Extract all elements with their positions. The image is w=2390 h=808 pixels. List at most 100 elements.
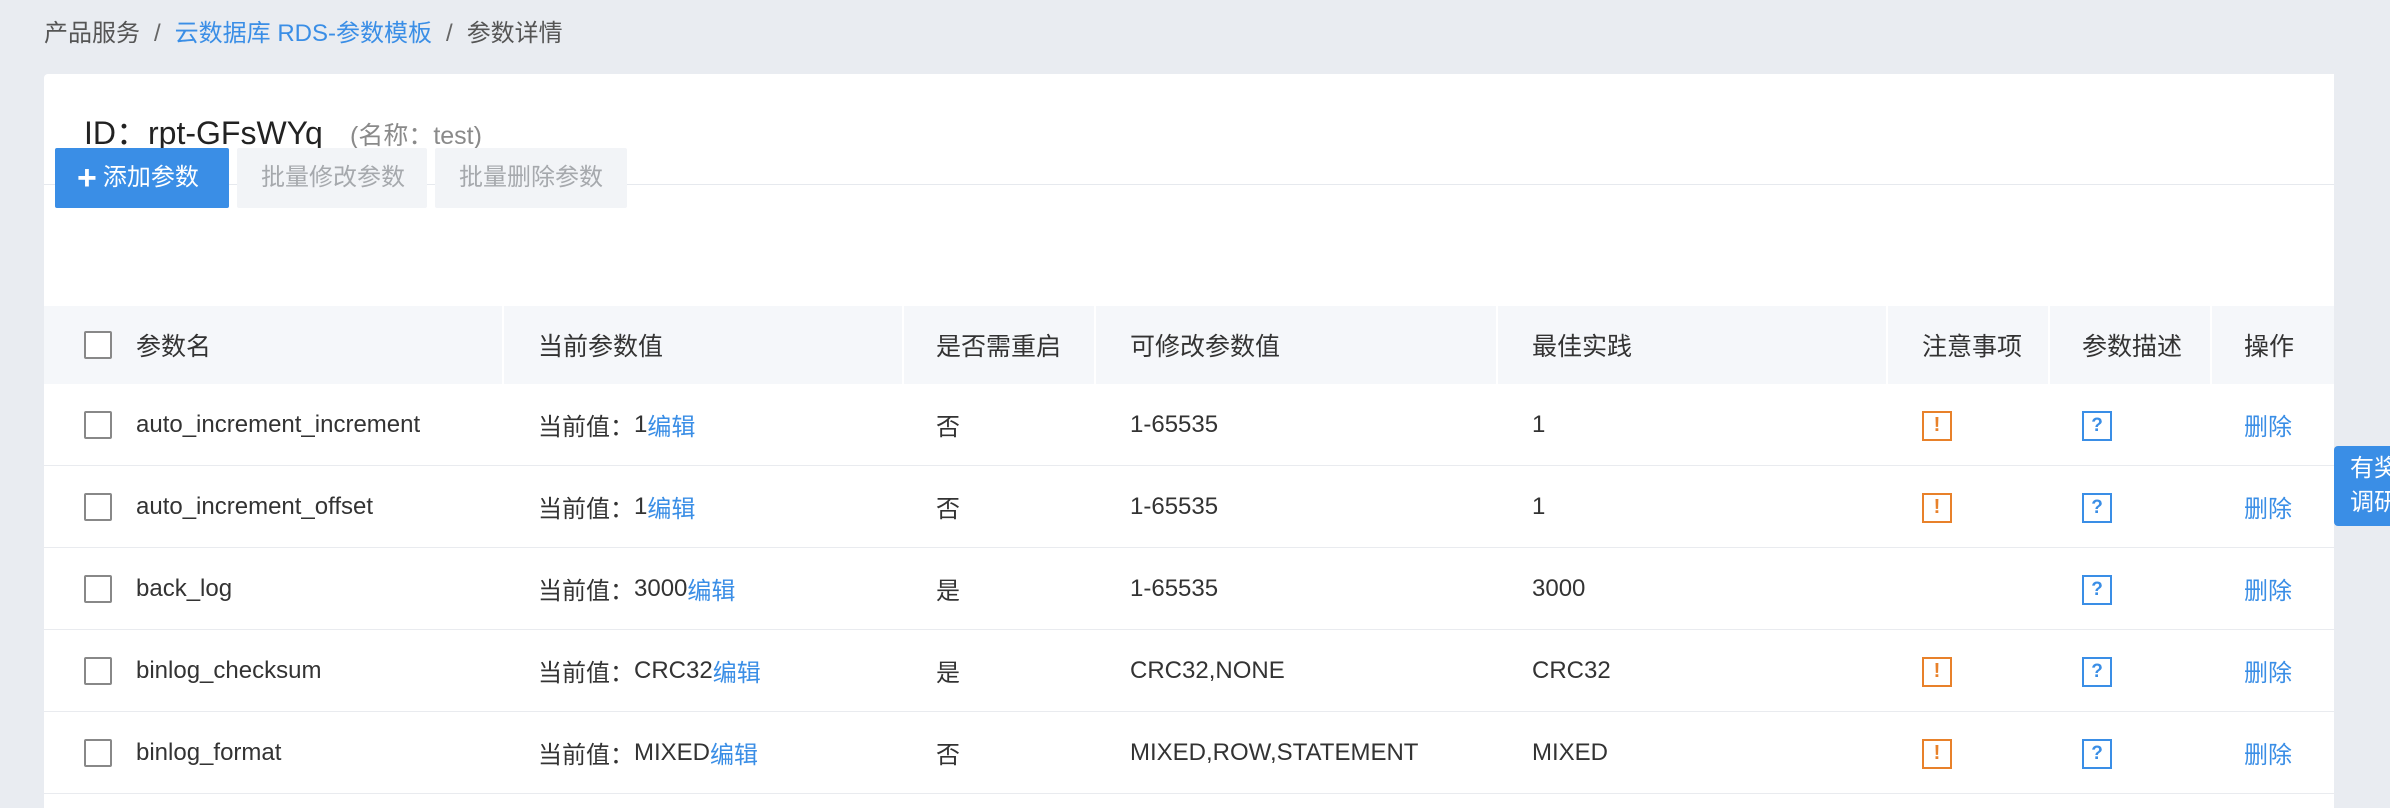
help-icon[interactable]: ? [2082,656,2112,687]
param-name: auto_increment_offset [136,492,374,520]
restart-required: 否 [936,496,960,523]
survey-float-button[interactable]: 有奖 调研 [2334,446,2390,526]
row-check-cell [44,630,124,711]
template-name: (名称：test) [350,122,482,150]
op-cell: 删除 [2212,548,2312,629]
allowed-values: MIXED,ROW,STATEMENT [1130,738,1419,766]
delete-link[interactable]: 删除 [2244,653,2292,688]
edit-link[interactable]: 编辑 [687,571,735,606]
desc-cell: ? [2050,712,2212,793]
current-value-cell: 当前值： CRC32 编辑 [504,630,904,711]
survey-line-1: 有奖 [2350,455,2390,482]
warning-icon[interactable]: ! [1922,656,1952,687]
edit-link[interactable]: 编辑 [647,407,695,442]
param-name: auto_increment_increment [136,410,421,438]
breadcrumb-separator: / [154,20,161,47]
allowed-values: CRC32,NONE [1130,656,1285,684]
row-checkbox[interactable] [84,410,112,439]
add-param-label: 添加参数 [102,164,199,191]
current-value-prefix: 当前值： [538,414,634,441]
best-practice: MIXED [1532,738,1609,766]
table-row: binlog_format 当前值： MIXED 编辑 否 MIXED,ROW,ST… [44,712,2334,794]
note-cell: ! [1888,466,2050,547]
best-practice: 1 [1532,410,1546,438]
table-row: back_log 当前值： 3000 编辑 是 1-65535 3000 ? 删除 [44,548,2334,630]
help-icon[interactable]: ? [2082,492,2112,523]
restart-required: 是 [936,660,960,687]
delete-link[interactable]: 删除 [2244,735,2292,770]
current-value-cell: 当前值： 3000 编辑 [504,548,904,629]
row-check-cell [44,384,124,465]
desc-cell: ? [2050,384,2212,465]
warning-icon[interactable]: ! [1922,410,1952,441]
warning-icon[interactable]: ! [1922,492,1952,523]
current-value-cell: 当前值： 1 编辑 [504,384,904,465]
batch-delete-button[interactable]: 批量删除参数 [435,148,627,208]
breadcrumb-current: 参数详情 [466,20,563,47]
restart-required: 否 [936,742,960,769]
current-value-prefix: 当前值： [538,496,634,523]
desc-cell: ? [2050,630,2212,711]
batch-edit-button[interactable]: 批量修改参数 [237,148,427,208]
best-practice: CRC32 [1532,656,1611,684]
current-value-cell: 当前值： MIXED 编辑 [504,712,904,793]
add-param-button[interactable]: + 添加参数 [55,148,229,208]
op-cell: 删除 [2212,630,2312,711]
column-header-current: 当前参数值 [504,306,904,384]
column-header-note: 注意事项 [1888,306,2050,384]
breadcrumb-root: 产品服务 [44,20,140,47]
param-name: back_log [136,574,233,602]
current-value-prefix: 当前值： [538,660,634,687]
select-all-checkbox[interactable] [84,331,112,359]
header-check-cell [44,306,124,384]
column-header-op: 操作 [2244,333,2295,361]
table-row: auto_increment_increment 当前值： 1 编辑 否 1-655… [44,384,2334,466]
row-check-cell [44,712,124,793]
current-value: 1 [634,410,648,438]
table-row: binlog_checksum 当前值： CRC32 编辑 是 CRC32,NONE… [44,630,2334,712]
op-cell: 删除 [2212,384,2312,465]
survey-line-2: 调研 [2350,489,2390,516]
desc-cell: ? [2050,466,2212,547]
restart-required: 否 [936,414,960,441]
help-icon[interactable]: ? [2082,574,2112,605]
current-value: MIXED [634,738,711,766]
param-name: binlog_format [136,738,282,766]
row-check-cell [44,548,124,629]
op-cell: 删除 [2212,466,2312,547]
delete-link[interactable]: 删除 [2244,571,2292,606]
edit-link[interactable]: 编辑 [710,735,758,770]
warning-icon[interactable]: ! [1922,738,1952,769]
note-cell [1888,548,2050,629]
note-cell: ! [1888,712,2050,793]
best-practice: 3000 [1532,574,1586,602]
column-header-name: 参数名 [124,306,504,384]
toolbar: + 添加参数 批量修改参数 批量删除参数 [55,148,627,208]
breadcrumb-link-param-template[interactable]: 云数据库 RDS-参数模板 [175,20,432,47]
row-checkbox[interactable] [84,656,112,685]
param-name: binlog_checksum [136,656,322,684]
help-icon[interactable]: ? [2082,738,2112,769]
column-header-desc: 参数描述 [2050,306,2212,384]
current-value-cell: 当前值： 1 编辑 [504,466,904,547]
row-checkbox[interactable] [84,492,112,521]
breadcrumb: 产品服务 / 云数据库 RDS-参数模板 / 参数详情 [44,14,563,54]
row-check-cell [44,466,124,547]
note-cell: ! [1888,630,2050,711]
edit-link[interactable]: 编辑 [713,653,761,688]
row-checkbox[interactable] [84,738,112,767]
best-practice: 1 [1532,492,1546,520]
row-checkbox[interactable] [84,574,112,603]
current-value: CRC32 [634,656,713,684]
column-header-range: 可修改参数值 [1096,306,1498,384]
desc-cell: ? [2050,548,2212,629]
delete-link[interactable]: 删除 [2244,489,2292,524]
table-header: 参数名 当前参数值 是否需重启 可修改参数值 最佳实践 注意事项 参数描述 操作 [44,306,2334,384]
delete-link[interactable]: 删除 [2244,407,2292,442]
edit-link[interactable]: 编辑 [647,489,695,524]
help-icon[interactable]: ? [2082,410,2112,441]
allowed-values: 1-65535 [1130,574,1219,602]
current-value: 1 [634,492,648,520]
allowed-values: 1-65535 [1130,492,1219,520]
breadcrumb-separator: / [446,20,453,47]
